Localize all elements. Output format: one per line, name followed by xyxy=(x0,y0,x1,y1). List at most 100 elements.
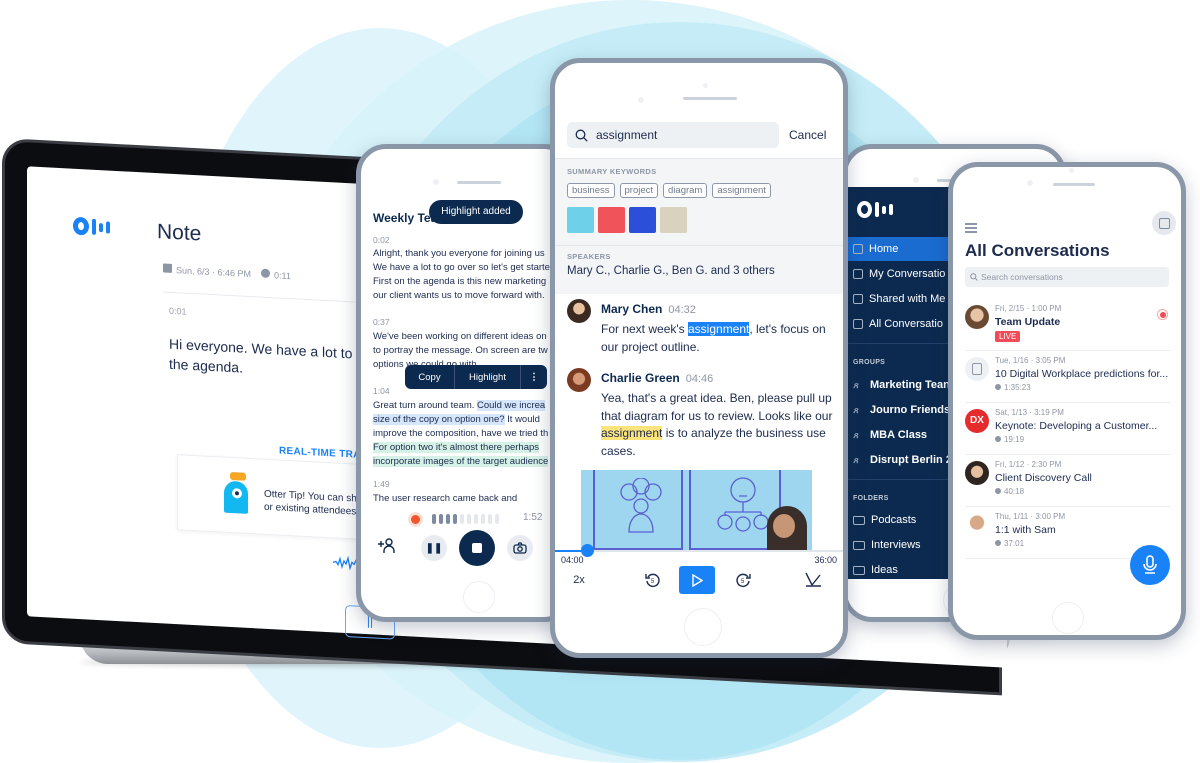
level-bar xyxy=(446,514,450,524)
transcript-block: The user research came back and xyxy=(373,492,569,506)
phone-conversations: All Conversations Search conversations F… xyxy=(948,162,1186,640)
pause-button[interactable]: ❚❚ xyxy=(421,535,447,561)
conversation-title: Client Discovery Call xyxy=(995,472,1092,484)
front-camera xyxy=(433,179,439,185)
cancel-button[interactable]: Cancel xyxy=(789,128,826,142)
recording-title: Weekly Tea xyxy=(373,211,438,225)
sidebar-group[interactable]: ጸ Disrupt Berlin 2 xyxy=(847,448,952,472)
speed-button[interactable]: 2x xyxy=(565,566,593,594)
recording-indicator-icon xyxy=(411,514,420,524)
block-timestamp: 0:37 xyxy=(373,317,390,327)
camera-icon[interactable] xyxy=(507,535,533,561)
sidebar-group[interactable]: ጸ MBA Class xyxy=(847,423,952,447)
conversation-item[interactable]: Fri, 2/15 · 1:00 PM Team Update LIVE xyxy=(965,299,1171,351)
group-icon: ጸ xyxy=(853,429,859,440)
shared-icon xyxy=(853,294,863,304)
video-frame[interactable] xyxy=(581,470,812,550)
highlighted-text[interactable]: For option two it's almost there perhaps xyxy=(373,442,540,453)
sensor xyxy=(1027,180,1033,186)
transcript-timestamp: 0:01 xyxy=(169,305,187,317)
sidebar-group[interactable]: ጸ Journo Friends xyxy=(847,398,952,422)
conversation-item[interactable]: DX Sat, 1/13 · 3:19 PM Keynote: Developi… xyxy=(965,403,1171,455)
rewind-5-icon[interactable]: 5 xyxy=(639,566,667,594)
text: For next week's xyxy=(601,322,688,336)
lightbulb-sketch-icon xyxy=(717,477,769,532)
conversation-item[interactable]: Fri, 1/12 · 2:30 PM Client Discovery Cal… xyxy=(965,455,1171,507)
play-button[interactable] xyxy=(679,566,715,594)
sensor xyxy=(638,97,644,103)
search-conversations-input[interactable]: Search conversations xyxy=(965,267,1169,287)
group-icon: ጸ xyxy=(853,454,859,465)
slide-thumbnail[interactable] xyxy=(629,207,656,233)
elapsed-time: 04:00 xyxy=(561,555,584,565)
message-time: 04:46 xyxy=(685,373,714,385)
otter-logo[interactable] xyxy=(857,201,893,218)
svg-text:5: 5 xyxy=(651,579,655,585)
edit-chart-icon[interactable] xyxy=(799,566,827,594)
sidebar-item-home[interactable]: Home xyxy=(847,237,952,261)
home-button[interactable] xyxy=(463,581,495,613)
conversation-title: Keynote: Developing a Customer... xyxy=(995,420,1158,432)
sidebar-folder[interactable]: Ideas xyxy=(847,558,952,582)
selected-text[interactable]: Could we increa xyxy=(477,400,546,411)
highlight-button[interactable]: Highlight xyxy=(455,365,521,389)
keyword-chip[interactable]: diagram xyxy=(663,183,708,198)
sidebar-item-my-conversations[interactable]: My Conversatio xyxy=(847,262,952,286)
transcript-block[interactable]: Great turn around team. Could we increa … xyxy=(373,399,569,469)
search-placeholder: Search conversations xyxy=(981,272,1063,282)
highlighted-text[interactable]: incorporate images of the target audienc… xyxy=(373,456,549,467)
level-bar xyxy=(474,514,478,524)
marketing-hero: Note Sun, 6/3 · 6:46 PM 0:11 0:01 Hi eve… xyxy=(0,0,1200,763)
home-button[interactable] xyxy=(1052,602,1084,634)
slide-thumbnail[interactable] xyxy=(567,207,594,233)
sidebar-folder[interactable]: Podcasts xyxy=(847,508,952,532)
recording-time: 1:52 xyxy=(523,512,543,523)
sidebar: Home My Conversatio Shared with Me All C… xyxy=(847,187,952,579)
phone-search: assignment Cancel SUMMARY KEYWORDS busin… xyxy=(550,58,848,658)
sidebar-item-all-conversations[interactable]: All Conversatio xyxy=(847,312,952,336)
speaker-grille xyxy=(1053,183,1095,186)
transcript-line: First on the agenda is this new marketin… xyxy=(373,276,547,287)
note-title: Note xyxy=(157,220,202,246)
record-button[interactable] xyxy=(1130,545,1170,585)
search-input[interactable]: assignment xyxy=(567,122,779,148)
nav-label: Home xyxy=(869,243,899,255)
transcript-line: our client wants us to move forward with… xyxy=(373,290,545,301)
sidebar-item-shared-with-me[interactable]: Shared with Me xyxy=(847,287,952,311)
search-hit-active[interactable]: assignment xyxy=(688,322,750,336)
nav-label: My Conversatio xyxy=(869,268,946,280)
home-button[interactable] xyxy=(684,608,722,646)
add-speaker-icon[interactable] xyxy=(375,535,397,557)
conversation-duration: 1:35:23 xyxy=(995,383,1031,392)
plain-text: It would xyxy=(504,414,540,425)
more-options-icon[interactable]: ⋮ xyxy=(521,365,547,389)
sidebar-group[interactable]: ጸ Marketing Tean xyxy=(847,373,952,397)
copy-button[interactable]: Copy xyxy=(405,365,455,389)
block-timestamp: 0:02 xyxy=(373,235,390,245)
conversation-item[interactable]: Tue, 1/16 · 3:05 PM 10 Digital Workplace… xyxy=(965,351,1171,403)
keyword-chip[interactable]: business xyxy=(567,183,615,198)
keyword-chip[interactable]: assignment xyxy=(712,183,771,198)
selected-text[interactable]: size of the copy on option one? xyxy=(373,414,505,425)
otter-logo[interactable] xyxy=(73,216,110,237)
sidebar-folder[interactable]: Interviews xyxy=(847,533,952,557)
conversation-icon xyxy=(853,269,863,279)
search-hit[interactable]: assignment xyxy=(601,426,663,440)
hamburger-menu-icon[interactable] xyxy=(965,223,977,236)
transcript-line: The user research came back and xyxy=(373,493,518,504)
divider xyxy=(555,245,843,246)
slide-thumbnail[interactable] xyxy=(598,207,625,233)
slide-thumbnail[interactable] xyxy=(660,207,687,233)
level-bar xyxy=(439,514,443,524)
stop-button[interactable] xyxy=(459,530,495,566)
keyword-chip[interactable]: project xyxy=(619,183,659,198)
conversation-title: Team Update xyxy=(995,316,1061,328)
level-bars xyxy=(432,514,499,524)
folder-icon xyxy=(853,565,865,575)
conversation-duration: 37:01 xyxy=(995,539,1024,548)
import-icon[interactable] xyxy=(1152,211,1176,235)
forward-5-icon[interactable]: 5 xyxy=(729,566,757,594)
playback-progress[interactable] xyxy=(555,544,843,557)
conversation-duration: 19:19 xyxy=(995,435,1024,444)
folder-label: Podcasts xyxy=(871,514,917,526)
